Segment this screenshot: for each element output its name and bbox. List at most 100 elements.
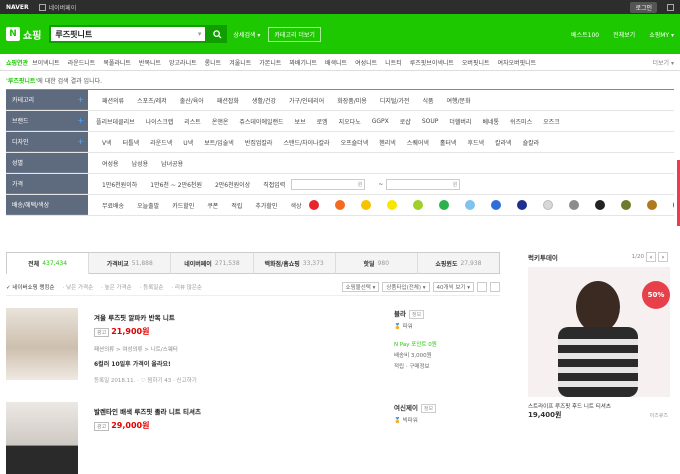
related-item[interactable]: 라운드니트 [68,58,96,67]
filter-option[interactable]: GGPX [372,118,389,125]
seller-name[interactable]: 여신제이 [394,404,418,412]
filter-option[interactable]: 후드넥 [467,138,484,147]
tab-hotdeal[interactable]: 핫딜 980 [335,253,418,274]
tab-all[interactable]: 전체 437,434 [7,253,90,274]
seller-info-badge[interactable]: 정보 [420,404,437,413]
filter-option[interactable]: 로샵 [400,117,411,126]
color-swatch[interactable] [516,200,527,210]
filter-option[interactable]: 가구/인테리어 [289,96,324,105]
filter-option[interactable]: U넥 [183,138,193,147]
login-button[interactable]: 로그인 [630,1,657,13]
tab-window[interactable]: 쇼핑윈도 27,938 [417,253,500,274]
filter-option[interactable]: 스포츠/레저 [137,96,167,105]
product-title[interactable]: 겨울 루즈핏 알파카 반목 니트 [94,312,394,322]
mall-select[interactable]: 쇼핑몰선택 ▾ [341,281,380,292]
plus-icon[interactable]: + [77,95,84,104]
detail-search-link[interactable]: 상세검색 ▾ [233,30,260,39]
related-item[interactable]: 배색니트 [325,58,347,67]
related-item[interactable]: 여성니트 [355,58,377,67]
price-option[interactable]: 1만6천 ~ 2만6천원 [150,180,202,189]
naver-pay-link[interactable]: 네이버페이 [38,3,76,12]
filter-option[interactable]: 지오다노 [339,117,361,126]
filter-option[interactable]: 남성용 [132,159,149,168]
product-category[interactable]: 패션의류 > 여성의류 > 니트/스웨터 [94,345,394,353]
filter-option[interactable]: 남녀공용 [161,159,183,168]
filter-head[interactable]: 브랜드 + [6,111,88,131]
color-swatch[interactable] [386,200,397,210]
filter-option[interactable]: 출산/육아 [180,96,204,105]
color-swatch[interactable] [412,200,423,210]
product-title[interactable]: 발렌타인 배색 루즈핏 졸라 니트 티셔츠 [94,406,394,416]
filter-option[interactable]: 헨리넥 [379,138,396,147]
related-item[interactable]: 롱니트 [205,58,222,67]
filter-option[interactable]: 스퀘어넥 [407,138,429,147]
color-swatch[interactable] [360,200,371,210]
prev-arrow-icon[interactable]: ‹ [646,252,656,262]
filter-option[interactable]: 홀터넥 [440,138,457,147]
color-swatch[interactable] [646,200,657,210]
all-category-link[interactable]: 전체보기 [613,30,635,39]
filter-option[interactable]: 여성용 [102,159,119,168]
tab-naver-pay[interactable]: 네이버페이 271,538 [171,253,254,274]
filter-option[interactable]: 리스트 [184,117,201,126]
filter-head[interactable]: 카테고리 + [6,90,88,110]
search-input[interactable]: 루즈핏니트 [51,29,197,40]
related-item[interactable]: 꽈배기니트 [289,58,317,67]
filter-option[interactable]: 플리브데클리브 [96,117,135,126]
color-swatch[interactable] [464,200,475,210]
benefit-option[interactable]: 추가할인 [255,201,277,210]
filter-option[interactable]: 패션잡화 [217,96,239,105]
color-swatch[interactable] [542,200,553,210]
color-swatch[interactable] [620,200,631,210]
filter-option[interactable]: 스탠드/차이나칼라 [283,138,329,147]
filter-option[interactable]: 칼라넥 [495,138,512,147]
filter-option[interactable]: 온앤온 [212,117,229,126]
filter-option[interactable]: SOUP [422,118,439,125]
seller-name[interactable]: 블라 [394,310,406,318]
price-option[interactable]: 2만6천원이상 [215,180,250,189]
filter-option[interactable]: 베네통 [482,117,499,126]
product-thumbnail[interactable] [6,308,78,380]
related-item[interactable]: 반목니트 [139,58,161,67]
color-swatch[interactable] [308,200,319,210]
type-select[interactable]: 상품타입(전체) ▾ [382,281,430,292]
filter-head[interactable]: 디자인 + [6,132,88,152]
category-more-button[interactable]: 카테고리 더보기 [268,26,321,42]
count-select[interactable]: 40개씩 보기 ▾ [432,281,474,292]
filter-option[interactable]: 생활/건강 [252,96,276,105]
grid-icon[interactable] [667,3,674,11]
related-item[interactable]: 여자오버핏니트 [498,58,537,67]
color-swatch[interactable] [672,200,674,210]
filter-option[interactable]: 나이스크랩 [146,117,174,126]
plus-icon[interactable]: + [77,137,84,146]
price-option[interactable]: 1만6천원이하 [102,180,137,189]
search-button[interactable] [207,25,228,43]
benefit-option[interactable]: 오늘출발 [137,201,159,210]
benefit-option[interactable]: 카드할인 [172,201,194,210]
min-price-input[interactable]: 원 [291,178,366,190]
color-swatch[interactable] [334,200,345,210]
next-arrow-icon[interactable]: › [658,252,668,262]
filter-option[interactable]: 반집업칼라 [245,138,273,147]
benefit-option[interactable]: 쿠폰 [207,201,218,210]
benefit-option[interactable]: 적립 [231,201,242,210]
seller-info-badge[interactable]: 정보 [408,310,425,319]
filter-option[interactable]: 패션의류 [102,96,124,105]
naver-logo[interactable]: NAVER [6,4,29,11]
related-item[interactable]: 브이넥니트 [32,58,60,67]
chevron-down-icon[interactable]: ▾ [198,30,206,38]
shopping-logo[interactable]: N 쇼핑 [6,27,41,42]
benefit-option[interactable]: 무료배송 [102,201,124,210]
filter-option[interactable]: 식품 [422,96,433,105]
sort-option[interactable]: · 등록일순 [140,283,164,291]
list-view-icon[interactable] [477,281,487,292]
filter-option[interactable]: 디지털/가전 [380,96,410,105]
filter-option[interactable]: 숄칼라 [523,138,540,147]
related-item[interactable]: 앙고라니트 [169,58,197,67]
related-item[interactable]: 가본니트 [259,58,281,67]
filter-option[interactable]: 터틀넥 [123,138,140,147]
sort-option[interactable]: · 리뷰 많은순 [171,283,202,291]
filter-option[interactable]: 쥬스데이에일랜드 [239,117,283,126]
plus-icon[interactable]: + [77,116,84,125]
related-more-button[interactable]: 더보기 ▾ [653,58,674,67]
